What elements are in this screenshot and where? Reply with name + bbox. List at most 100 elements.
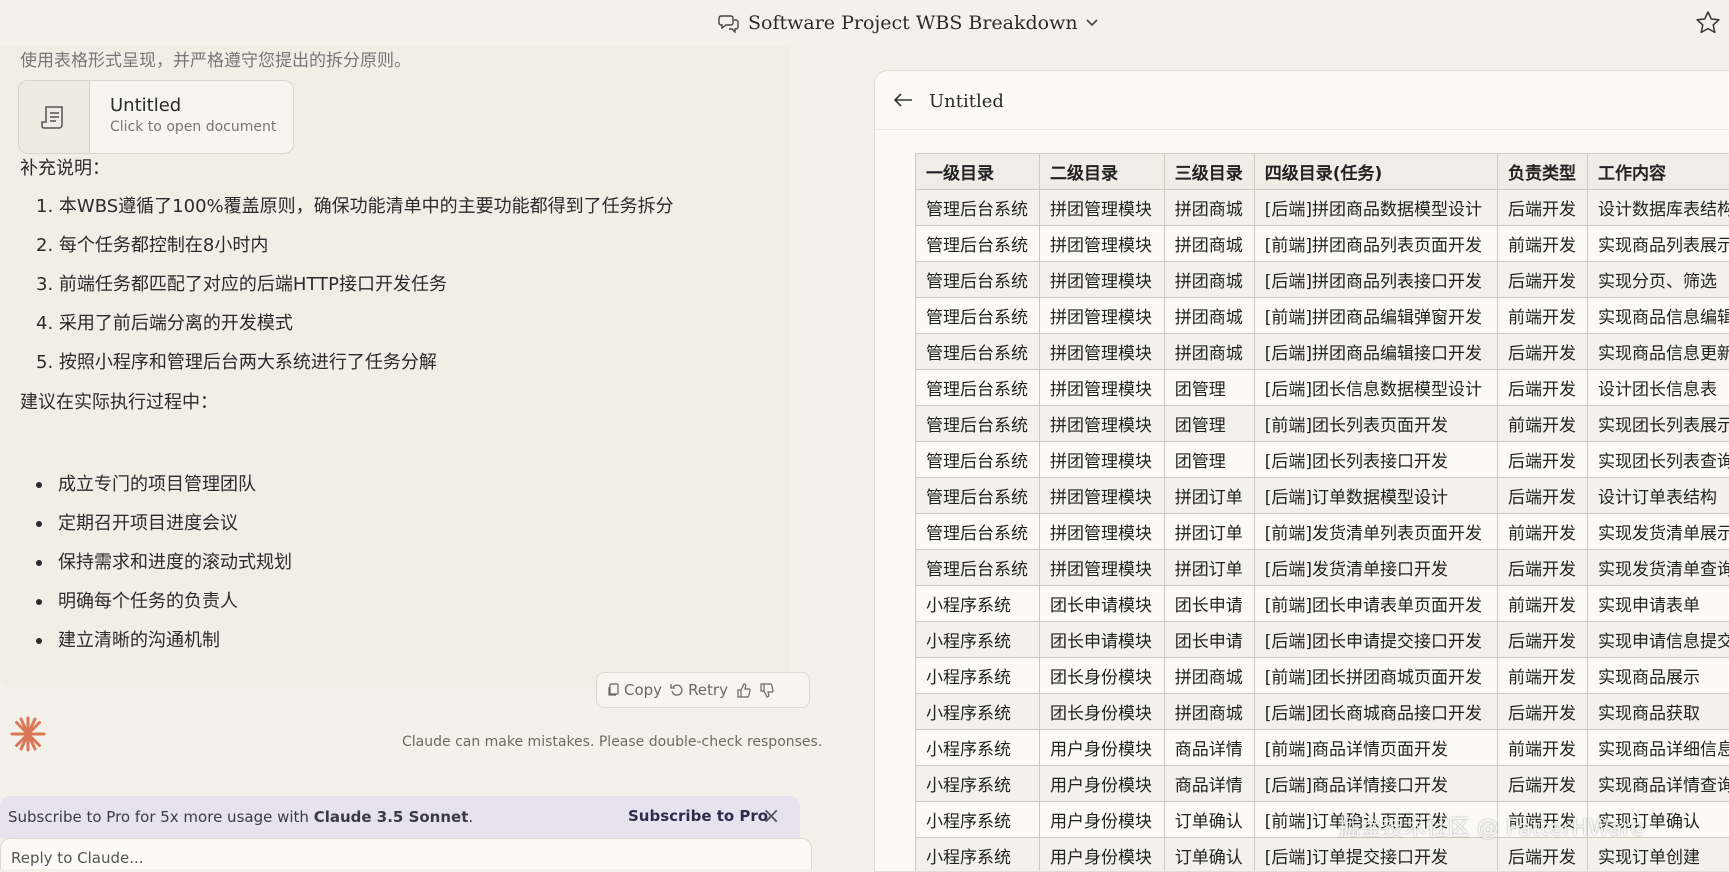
table-cell: 拼团管理模块 (1039, 262, 1164, 298)
table-cell: 拼团管理模块 (1039, 334, 1164, 370)
table-cell: [前端]拼团商品列表页面开发 (1254, 226, 1497, 262)
table-cell: [后端]订单数据模型设计 (1254, 478, 1497, 514)
subscribe-link[interactable]: Subscribe to Pro (628, 807, 768, 825)
column-header: 负责类型 (1497, 154, 1587, 190)
table-cell: [前端]团长申请表单页面开发 (1254, 586, 1497, 622)
table-cell: 实现发货清单查询 (1587, 550, 1729, 586)
assistant-message: 使用表格形式呈现，并严格遵守您提出的拆分原则。 Untitled Click t… (0, 46, 790, 688)
table-cell: 拼团商城 (1164, 658, 1254, 694)
table-header-row: 一级目录 二级目录 三级目录 四级目录(任务) 负责类型 工作内容 (916, 154, 1729, 190)
bullet-item: 保持需求和进度的滚动式规划 (58, 548, 292, 574)
table-cell: 后端开发 (1497, 478, 1587, 514)
table-row: 管理后台系统拼团管理模块拼团商城[后端]拼团商品编辑接口开发后端开发实现商品信息… (916, 334, 1729, 370)
table-cell: 管理后台系统 (916, 262, 1040, 298)
table-cell: 管理后台系统 (916, 478, 1040, 514)
table-cell: 实现商品信息编辑 (1587, 298, 1729, 334)
thumbs-up-icon[interactable] (736, 683, 751, 698)
table-cell: 拼团管理模块 (1039, 478, 1164, 514)
table-row: 小程序系统团长身份模块拼团商城[前端]团长拼团商城页面开发前端开发实现商品展示 (916, 658, 1729, 694)
table-cell: 设计团长信息表 (1587, 370, 1729, 406)
table-cell: 实现商品详细信息 (1587, 730, 1729, 766)
table-cell: 团长身份模块 (1039, 658, 1164, 694)
table-cell: 拼团商城 (1164, 298, 1254, 334)
table-cell: 拼团订单 (1164, 550, 1254, 586)
table-cell: [后端]团长申请提交接口开发 (1254, 622, 1497, 658)
table-cell: 实现申请表单 (1587, 586, 1729, 622)
table-cell: 用户身份模块 (1039, 766, 1164, 802)
table-cell: 后端开发 (1497, 550, 1587, 586)
table-row: 小程序系统团长身份模块拼团商城[后端]团长商城商品接口开发后端开发实现商品获取 (916, 694, 1729, 730)
column-header: 工作内容 (1587, 154, 1729, 190)
back-arrow-icon[interactable] (893, 89, 913, 114)
chat-title-button[interactable]: Software Project WBS Breakdown (718, 10, 1098, 36)
table-row: 管理后台系统拼团管理模块拼团商城[前端]拼团商品编辑弹窗开发前端开发实现商品信息… (916, 298, 1729, 334)
table-cell: 团管理 (1164, 370, 1254, 406)
table-cell: [前端]拼团商品编辑弹窗开发 (1254, 298, 1497, 334)
copy-button[interactable]: Copy (607, 681, 662, 699)
table-cell: [前端]商品详情页面开发 (1254, 730, 1497, 766)
table-row: 管理后台系统拼团管理模块拼团商城[后端]拼团商品数据模型设计后端开发设计数据库表… (916, 190, 1729, 226)
table-cell: 拼团管理模块 (1039, 298, 1164, 334)
table-cell: 后端开发 (1497, 766, 1587, 802)
document-card[interactable]: Untitled Click to open document (18, 80, 294, 154)
subscribe-text: Subscribe to Pro for 5x more usage with … (8, 808, 473, 826)
table-row: 管理后台系统拼团管理模块团管理[后端]团长列表接口开发后端开发实现团长列表查询 (916, 442, 1729, 478)
table-cell: 拼团管理模块 (1039, 226, 1164, 262)
retry-button[interactable]: Retry (670, 681, 728, 699)
table-cell: 拼团商城 (1164, 262, 1254, 298)
watermark: 掘金技术社区 @ PatterHWare (1338, 810, 1644, 842)
table-cell: 管理后台系统 (916, 442, 1040, 478)
numbered-item: 3. 前端任务都匹配了对应的后端HTTP接口开发任务 (36, 270, 447, 296)
column-header: 四级目录(任务) (1254, 154, 1497, 190)
close-icon[interactable]: × (762, 804, 780, 829)
table-cell: 后端开发 (1497, 370, 1587, 406)
table-cell: [后端]团长列表接口开发 (1254, 442, 1497, 478)
table-cell: 前端开发 (1497, 730, 1587, 766)
table-cell: 拼团管理模块 (1039, 406, 1164, 442)
table-cell: [后端]商品详情接口开发 (1254, 766, 1497, 802)
table-cell: 管理后台系统 (916, 226, 1040, 262)
table-cell: 实现商品展示 (1587, 658, 1729, 694)
table-cell: 小程序系统 (916, 730, 1040, 766)
table-cell: 管理后台系统 (916, 550, 1040, 586)
table-cell: 管理后台系统 (916, 298, 1040, 334)
table-row: 管理后台系统拼团管理模块拼团订单[前端]发货清单列表页面开发前端开发实现发货清单… (916, 514, 1729, 550)
table-cell: 小程序系统 (916, 622, 1040, 658)
table-cell: 团长身份模块 (1039, 694, 1164, 730)
table-cell: 前端开发 (1497, 226, 1587, 262)
document-title: Untitled (110, 95, 276, 116)
chat-title: Software Project WBS Breakdown (748, 12, 1078, 34)
table-cell: 团管理 (1164, 442, 1254, 478)
thumbs-down-icon[interactable] (759, 683, 774, 698)
table-cell: [后端]团长商城商品接口开发 (1254, 694, 1497, 730)
chevron-down-icon (1086, 19, 1098, 27)
table-cell: 实现分页、筛选 (1587, 262, 1729, 298)
table-row: 管理后台系统拼团管理模块拼团商城[前端]拼团商品列表页面开发前端开发实现商品列表… (916, 226, 1729, 262)
chat-bubbles-icon (718, 13, 740, 33)
retry-icon (670, 683, 684, 697)
table-cell: 小程序系统 (916, 658, 1040, 694)
table-cell: [后端]团长信息数据模型设计 (1254, 370, 1497, 406)
table-cell: 前端开发 (1497, 658, 1587, 694)
table-cell: 团管理 (1164, 406, 1254, 442)
bullet-dot (36, 599, 42, 605)
table-cell: 拼团订单 (1164, 514, 1254, 550)
table-cell: 实现团长列表查询 (1587, 442, 1729, 478)
supplement-heading: 补充说明： (20, 154, 110, 180)
table-cell: 拼团管理模块 (1039, 550, 1164, 586)
message-text: 使用表格形式呈现，并严格遵守您提出的拆分原则。 (20, 46, 411, 71)
bullet-dot (36, 482, 42, 488)
table-cell: 拼团管理模块 (1039, 442, 1164, 478)
table-cell: 管理后台系统 (916, 406, 1040, 442)
chat-column: 使用表格形式呈现，并严格遵守您提出的拆分原则。 Untitled Click t… (0, 46, 790, 862)
table-row: 小程序系统团长申请模块团长申请[前端]团长申请表单页面开发前端开发实现申请表单 (916, 586, 1729, 622)
column-header: 二级目录 (1039, 154, 1164, 190)
reply-input[interactable]: Reply to Claude... (0, 838, 812, 869)
table-cell: 实现商品获取 (1587, 694, 1729, 730)
copy-icon (607, 683, 620, 697)
numbered-item: 4. 采用了前后端分离的开发模式 (36, 309, 293, 335)
table-cell: 实现商品列表展示 (1587, 226, 1729, 262)
table-cell: 团长申请模块 (1039, 622, 1164, 658)
star-icon[interactable] (1695, 10, 1721, 36)
table-cell: 后端开发 (1497, 694, 1587, 730)
